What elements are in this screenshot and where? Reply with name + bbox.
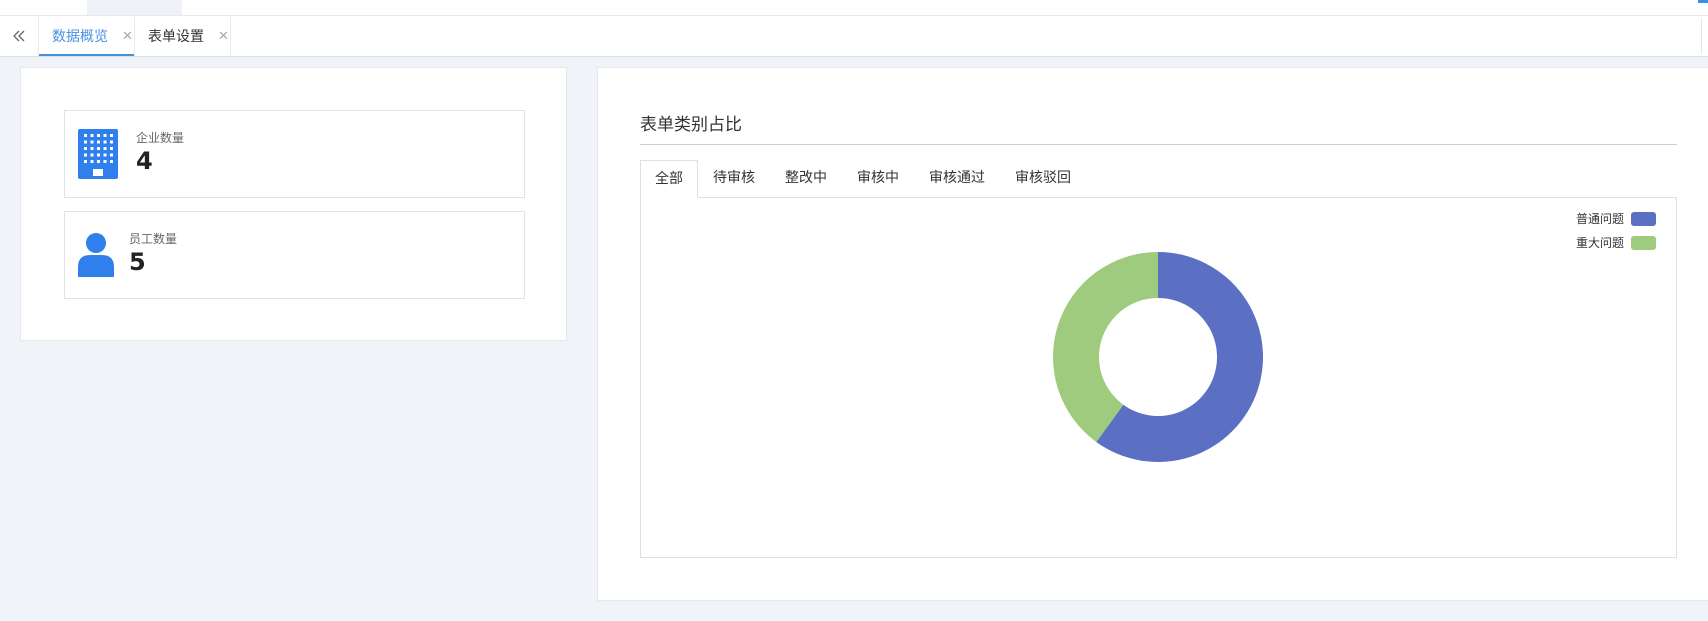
filter-tab-pending[interactable]: 待审核 (698, 160, 770, 197)
top-strip-accent (1698, 0, 1708, 3)
tab-bar: 数据概览 ✕ 表单设置 ✕ (0, 16, 1708, 57)
legend-swatch-2[interactable] (1631, 236, 1656, 250)
tab-form-settings[interactable]: 表单设置 ✕ (135, 16, 231, 56)
filter-tab-approved[interactable]: 审核通过 (914, 160, 1000, 197)
legend-swatch-1[interactable] (1631, 212, 1656, 226)
stat-value: 4 (136, 147, 153, 175)
stat-value: 5 (129, 248, 146, 276)
filter-tab-rectifying[interactable]: 整改中 (770, 160, 842, 197)
legend-label-1[interactable]: 普通问题 (1576, 212, 1624, 226)
tab-data-overview[interactable]: 数据概览 ✕ (39, 16, 135, 56)
donut-slice-2[interactable] (1053, 252, 1158, 442)
tab-label: 表单设置 (148, 29, 204, 45)
chart-card: 表单类别占比 全部 待审核 整改中 审核中 审核通过 审核驳回 普通问题重大问题 (597, 67, 1708, 601)
collapse-button[interactable] (0, 16, 39, 56)
top-strip (0, 0, 1708, 16)
donut-chart: 普通问题重大问题 (1053, 212, 1656, 462)
top-strip-segment (87, 0, 182, 15)
close-icon[interactable]: ✕ (122, 29, 133, 44)
double-chevron-left-icon (13, 30, 25, 42)
filter-tab-all[interactable]: 全部 (640, 160, 698, 198)
close-icon[interactable]: ✕ (218, 29, 229, 44)
building-icon (78, 129, 118, 179)
stat-label: 员工数量 (129, 232, 178, 246)
stat-label: 企业数量 (136, 131, 185, 145)
filter-tab-rejected[interactable]: 审核驳回 (1000, 160, 1086, 197)
chart-section-title: 表单类别占比 (640, 115, 742, 135)
user-icon (78, 233, 114, 277)
legend-label-2[interactable]: 重大问题 (1576, 236, 1624, 250)
stats-card: 企业数量 4 员工数量 5 (20, 67, 567, 341)
filter-tab-reviewing[interactable]: 审核中 (842, 160, 914, 197)
chart-area: 普通问题 重大问题 (640, 197, 1677, 558)
employee-count-stat: 员工数量 5 (64, 211, 525, 299)
tab-bar-divider (1701, 18, 1702, 54)
tab-label: 数据概览 (52, 29, 108, 45)
title-divider (640, 144, 1677, 145)
company-count-stat: 企业数量 4 (64, 110, 525, 198)
